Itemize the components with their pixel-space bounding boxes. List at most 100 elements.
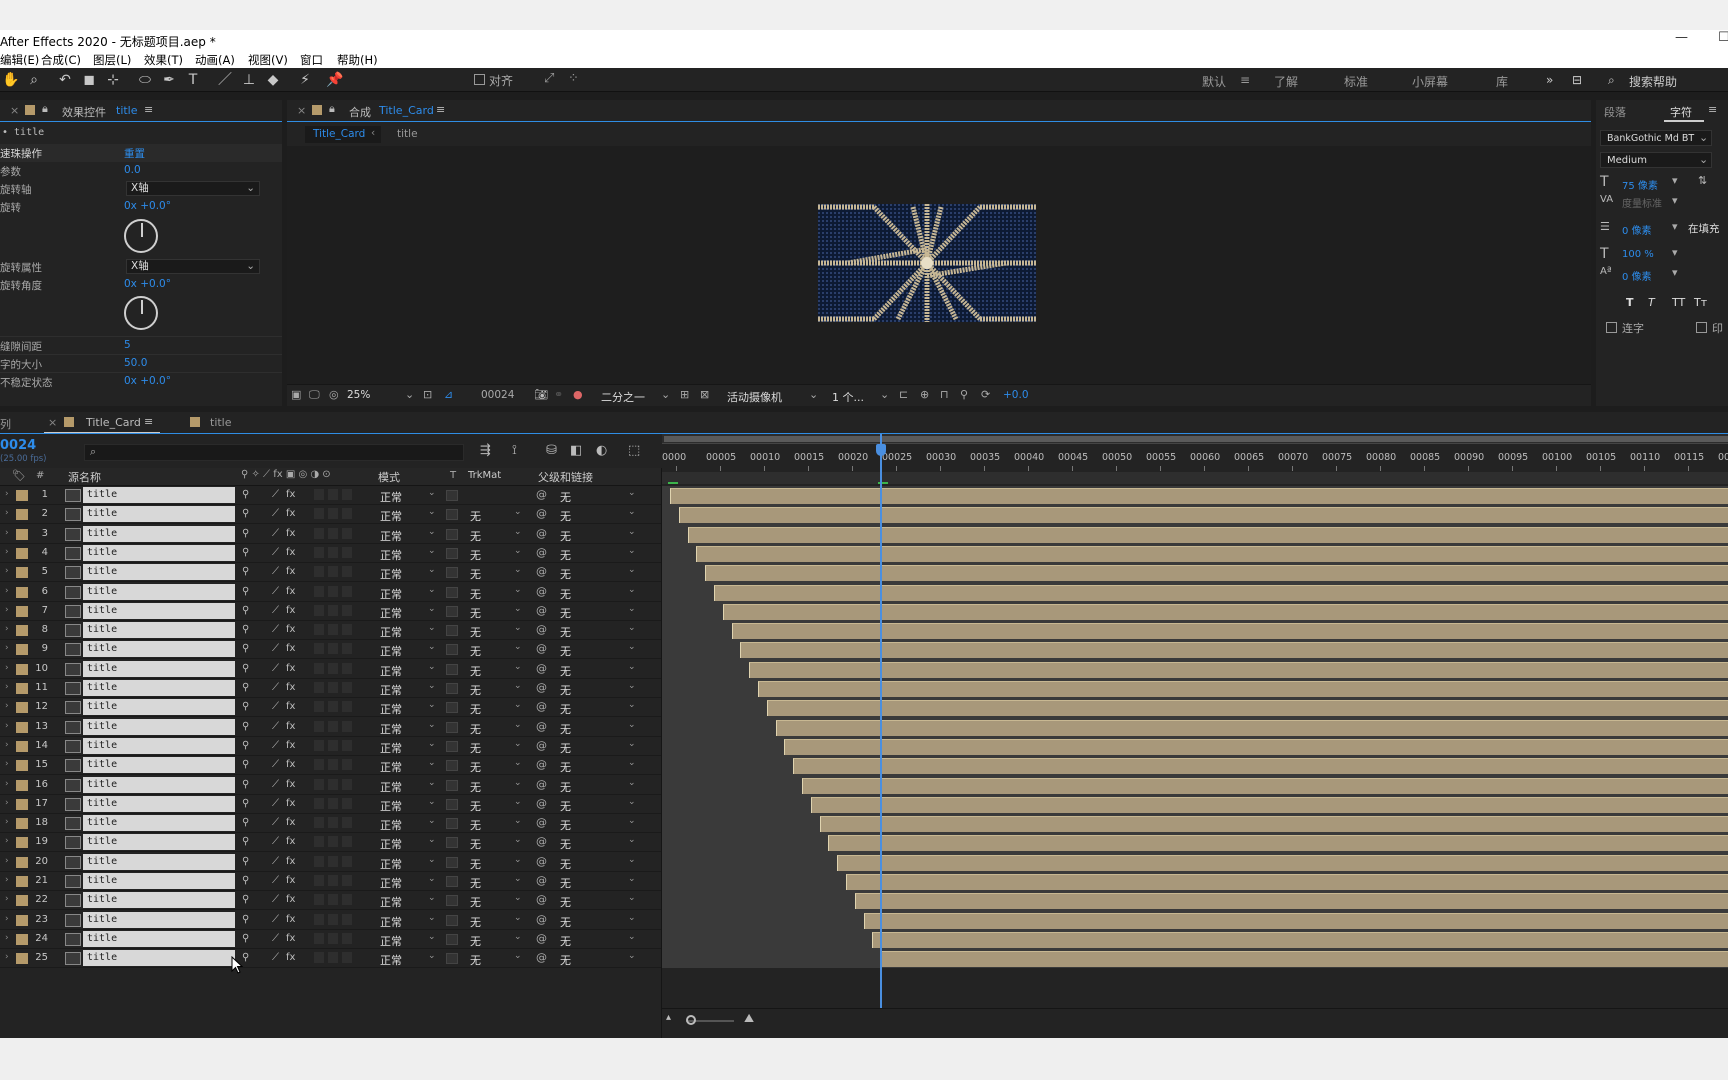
panel-menu-icon[interactable]: ≡ (436, 103, 445, 116)
expand-chevron-icon[interactable]: › (5, 914, 9, 924)
layer-label-swatch[interactable] (16, 741, 28, 752)
expand-chevron-icon[interactable]: › (5, 952, 9, 962)
layer-row[interactable]: › 20 title ⚲ ⟋ fx 正常 ⌄ 无 ⌄ @ 无 ⌄ (0, 853, 661, 872)
small-caps-button[interactable]: Tт (1694, 296, 1707, 309)
frame-blend-switch[interactable] (314, 914, 324, 925)
frame-blend-switch[interactable] (314, 933, 324, 944)
layer-row[interactable]: › 1 title ⚲ ⟋ fx 正常 ⌄ @ 无 ⌄ (0, 486, 661, 505)
adjustment-switch[interactable] (342, 817, 352, 828)
frame-blend-switch[interactable] (314, 624, 324, 635)
layer-duration-bar[interactable] (828, 835, 1728, 851)
layer-duration-bar[interactable] (819, 816, 1728, 832)
effect-controls-layer[interactable]: title (116, 104, 138, 117)
source-name-header[interactable]: 源名称 (68, 469, 101, 485)
effect-switch-icon[interactable]: fx (286, 952, 295, 963)
playhead[interactable] (880, 434, 883, 1008)
quality-switch-icon[interactable]: ⟋ (272, 547, 279, 558)
effect-switch-icon[interactable]: fx (286, 682, 295, 693)
motion-blur-icon[interactable]: ◐ (596, 443, 607, 458)
frame-blend-switch[interactable] (314, 682, 324, 693)
effect-switch-icon[interactable]: fx (286, 508, 295, 519)
parent-dropdown[interactable]: 无 (560, 836, 571, 852)
effect-switch-icon[interactable]: fx (286, 740, 295, 751)
parent-dropdown[interactable]: 无 (560, 489, 571, 505)
track-matte-dropdown[interactable]: 无 (470, 836, 481, 852)
preserve-transparency-checkbox[interactable] (446, 509, 458, 520)
preserve-transparency-checkbox[interactable] (446, 722, 458, 733)
layer-row[interactable]: › 13 title ⚲ ⟋ fx 正常 ⌄ 无 ⌄ @ 无 ⌄ (0, 718, 661, 737)
shy-switch-icon[interactable]: ⚲ (242, 547, 249, 558)
layer-label-swatch[interactable] (16, 490, 28, 501)
blend-mode-dropdown[interactable]: 正常 (380, 624, 402, 640)
layer-label-swatch[interactable] (16, 780, 28, 791)
preserve-transparency-checkbox[interactable] (446, 953, 458, 964)
layer-label-swatch[interactable] (16, 529, 28, 540)
adjustment-switch[interactable] (342, 701, 352, 712)
effect-switch-icon[interactable]: fx (286, 624, 295, 635)
parent-dropdown[interactable]: 无 (560, 740, 571, 756)
layer-label-swatch[interactable] (16, 895, 28, 906)
pick-whip-icon[interactable]: @ (536, 604, 547, 617)
puppet-pin-tool-icon[interactable]: 📌 (326, 71, 344, 89)
kerning-value[interactable]: 度量标准 (1622, 195, 1662, 210)
paragraph-tab[interactable]: 段落 (1604, 104, 1626, 120)
expand-chevron-icon[interactable]: › (5, 586, 9, 596)
effect-switch-icon[interactable]: fx (286, 586, 295, 597)
zoom-out-icon[interactable]: ▴ (666, 1012, 671, 1023)
flowchart-icon[interactable]: ⚲ (960, 388, 968, 401)
frame-blend-switch[interactable] (314, 701, 324, 712)
layer-name-field[interactable]: title (83, 815, 235, 831)
adjustment-switch[interactable] (342, 740, 352, 751)
parent-dropdown[interactable]: 无 (560, 933, 571, 949)
motion-blur-switch[interactable] (328, 508, 338, 519)
shy-switch-icon[interactable]: ⚲ (242, 489, 249, 500)
shy-switch-icon[interactable]: ⚲ (242, 586, 249, 597)
layer-row[interactable]: › 10 title ⚲ ⟋ fx 正常 ⌄ 无 ⌄ @ 无 ⌄ (0, 660, 661, 679)
adjustment-switch[interactable] (342, 836, 352, 847)
pick-whip-icon[interactable]: @ (536, 623, 547, 636)
lock-icon[interactable]: 🔒︎ (329, 102, 335, 116)
track-matte-dropdown[interactable]: 无 (470, 952, 481, 968)
effect-switch-icon[interactable]: fx (286, 856, 295, 867)
snap-target-icon[interactable]: ⁘ (568, 71, 579, 86)
layer-label-swatch[interactable] (16, 567, 28, 578)
quality-switch-icon[interactable]: ⟋ (272, 894, 279, 905)
layer-name-field[interactable]: title (83, 564, 235, 580)
frame-blend-switch[interactable] (314, 952, 324, 963)
effect-switch-icon[interactable]: fx (286, 817, 295, 828)
track-matte-dropdown[interactable]: 无 (470, 856, 481, 872)
track-matte-dropdown[interactable]: 无 (470, 779, 481, 795)
frame-blend-switch[interactable] (314, 740, 324, 751)
frame-blend-switch[interactable] (314, 508, 324, 519)
motion-blur-switch[interactable] (328, 643, 338, 654)
blend-mode-dropdown[interactable]: 正常 (380, 894, 402, 910)
param-value[interactable]: 0.0 (124, 164, 141, 176)
close-tab-icon[interactable]: × (297, 104, 306, 117)
preserve-transparency-checkbox[interactable] (446, 934, 458, 945)
shy-switch-icon[interactable]: ⚲ (242, 836, 249, 847)
motion-blur-switch[interactable] (328, 875, 338, 886)
track-matte-dropdown[interactable]: 无 (470, 759, 481, 775)
font-style-dropdown[interactable]: Medium ⌄ (1600, 152, 1712, 168)
workspace-menu-icon[interactable]: ≡ (1240, 73, 1250, 87)
parent-dropdown[interactable]: 无 (560, 663, 571, 679)
parent-dropdown[interactable]: 无 (560, 779, 571, 795)
effect-switch-icon[interactable]: fx (286, 894, 295, 905)
motion-blur-switch[interactable] (328, 740, 338, 751)
layer-label-swatch[interactable] (16, 818, 28, 829)
layer-duration-bar[interactable] (863, 913, 1728, 929)
breadcrumb-next[interactable]: title (397, 128, 418, 140)
camera-tool-icon[interactable]: ◼ (80, 71, 98, 89)
expand-chevron-icon[interactable]: › (5, 759, 9, 769)
frame-blend-switch[interactable] (314, 817, 324, 828)
frame-blend-switch[interactable] (314, 528, 324, 539)
frame-blend-switch[interactable] (314, 566, 324, 577)
layer-duration-bar[interactable] (846, 874, 1728, 890)
adjustment-switch[interactable] (342, 528, 352, 539)
shy-switch-icon[interactable]: ⚲ (242, 759, 249, 770)
blend-mode-dropdown[interactable]: 正常 (380, 836, 402, 852)
parent-dropdown[interactable]: 无 (560, 701, 571, 717)
shy-switch-icon[interactable]: ⚲ (242, 701, 249, 712)
blend-mode-dropdown[interactable]: 正常 (380, 798, 402, 814)
stroke-mode-dropdown[interactable]: 在填充 (1688, 221, 1720, 236)
